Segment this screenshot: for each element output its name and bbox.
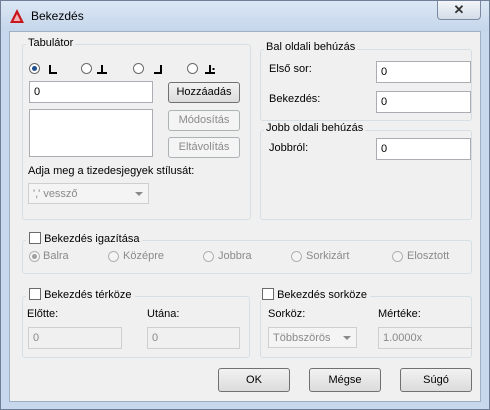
right-tab-icon xyxy=(154,65,162,74)
spacing-before-label: Előtte: xyxy=(27,308,59,320)
tab-type-right-radio[interactable] xyxy=(133,63,144,74)
align-justify-label: Sorkizárt xyxy=(306,250,350,262)
remove-tab-button[interactable]: Eltávolítás xyxy=(168,137,240,158)
dialog-window: Bekezdés ✕ Tabulátor 0 Hozzáadás Módosít… xyxy=(0,0,490,410)
alignment-checkbox-label: Bekezdés igazítása xyxy=(44,233,140,245)
decimal-tab-icon xyxy=(205,65,215,74)
first-line-input[interactable]: 0 xyxy=(376,61,471,83)
modify-tab-button[interactable]: Módosítás xyxy=(168,110,240,131)
close-icon: ✕ xyxy=(453,2,465,17)
decimal-style-label: Adja meg a tizedesjegyek stílusát: xyxy=(28,165,195,177)
align-right-label: Jobbra xyxy=(218,250,252,262)
paragraph-spacing-checkbox-label: Bekezdés térköze xyxy=(44,289,132,301)
center-tab-icon xyxy=(97,65,107,74)
line-spacing-mode-value: Többszörös xyxy=(273,332,331,344)
first-line-label: Első sor: xyxy=(269,63,312,75)
close-button[interactable]: ✕ xyxy=(437,1,481,20)
line-spacing-mode-label: Sorköz: xyxy=(268,308,306,320)
line-spacing-header: Bekezdés sorköze xyxy=(259,288,370,301)
spacing-before-input[interactable]: 0 xyxy=(28,327,122,349)
alignment-checkbox[interactable] xyxy=(29,232,41,244)
title-bar[interactable]: Bekezdés ✕ xyxy=(1,1,489,31)
paragraph-indent-label: Bekezdés: xyxy=(269,93,321,105)
align-center-label: Középre xyxy=(123,250,164,262)
paragraph-spacing-checkbox[interactable] xyxy=(29,288,41,300)
paragraph-indent-input[interactable]: 0 xyxy=(376,91,471,113)
help-button[interactable]: Súgó xyxy=(400,368,472,392)
align-left-label: Balra xyxy=(43,250,69,262)
tabulator-group-label: Tabulátor xyxy=(26,37,76,49)
tab-position-input[interactable]: 0 xyxy=(29,81,153,103)
align-right-radio[interactable] xyxy=(203,251,214,262)
add-tab-button[interactable]: Hozzáadás xyxy=(168,82,240,103)
tab-type-center-radio[interactable] xyxy=(81,63,92,74)
autocad-app-icon xyxy=(10,9,24,23)
from-right-label: Jobbról: xyxy=(269,142,309,154)
line-spacing-checkbox[interactable] xyxy=(262,288,274,300)
left-indent-group-label: Bal oldali behúzás xyxy=(264,41,358,53)
align-justify-radio[interactable] xyxy=(291,251,302,262)
right-indent-group-label: Jobb oldali behúzás xyxy=(264,122,366,134)
alignment-header: Bekezdés igazítása xyxy=(26,232,143,245)
tab-list-box[interactable] xyxy=(29,109,153,157)
line-spacing-amount-label: Mértéke: xyxy=(378,308,421,320)
align-distributed-label: Elosztott xyxy=(407,250,450,262)
dialog-client-area: Tabulátor 0 Hozzáadás Módosítás Eltávolí… xyxy=(9,31,481,402)
cancel-button[interactable]: Mégse xyxy=(309,368,381,392)
left-tab-icon xyxy=(49,65,57,74)
line-spacing-mode-select[interactable]: Többszörös xyxy=(268,327,357,348)
decimal-style-value: ',' vessző xyxy=(33,188,78,200)
spacing-after-label: Utána: xyxy=(147,308,180,320)
tab-type-left-radio[interactable] xyxy=(29,63,40,74)
align-distributed-radio[interactable] xyxy=(392,251,403,262)
align-left-radio[interactable] xyxy=(29,251,40,262)
chevron-down-icon xyxy=(135,192,143,196)
ok-button[interactable]: OK xyxy=(218,368,290,392)
spacing-after-input[interactable]: 0 xyxy=(147,327,240,349)
paragraph-spacing-header: Bekezdés térköze xyxy=(26,288,135,301)
window-title: Bekezdés xyxy=(31,9,84,23)
decimal-style-select[interactable]: ',' vessző xyxy=(28,183,149,204)
line-spacing-amount-input[interactable]: 1.0000x xyxy=(378,327,472,349)
chevron-down-icon xyxy=(343,336,351,340)
line-spacing-checkbox-label: Bekezdés sorköze xyxy=(277,289,367,301)
align-center-radio[interactable] xyxy=(108,251,119,262)
from-right-input[interactable]: 0 xyxy=(376,138,471,160)
tab-type-decimal-radio[interactable] xyxy=(187,63,198,74)
